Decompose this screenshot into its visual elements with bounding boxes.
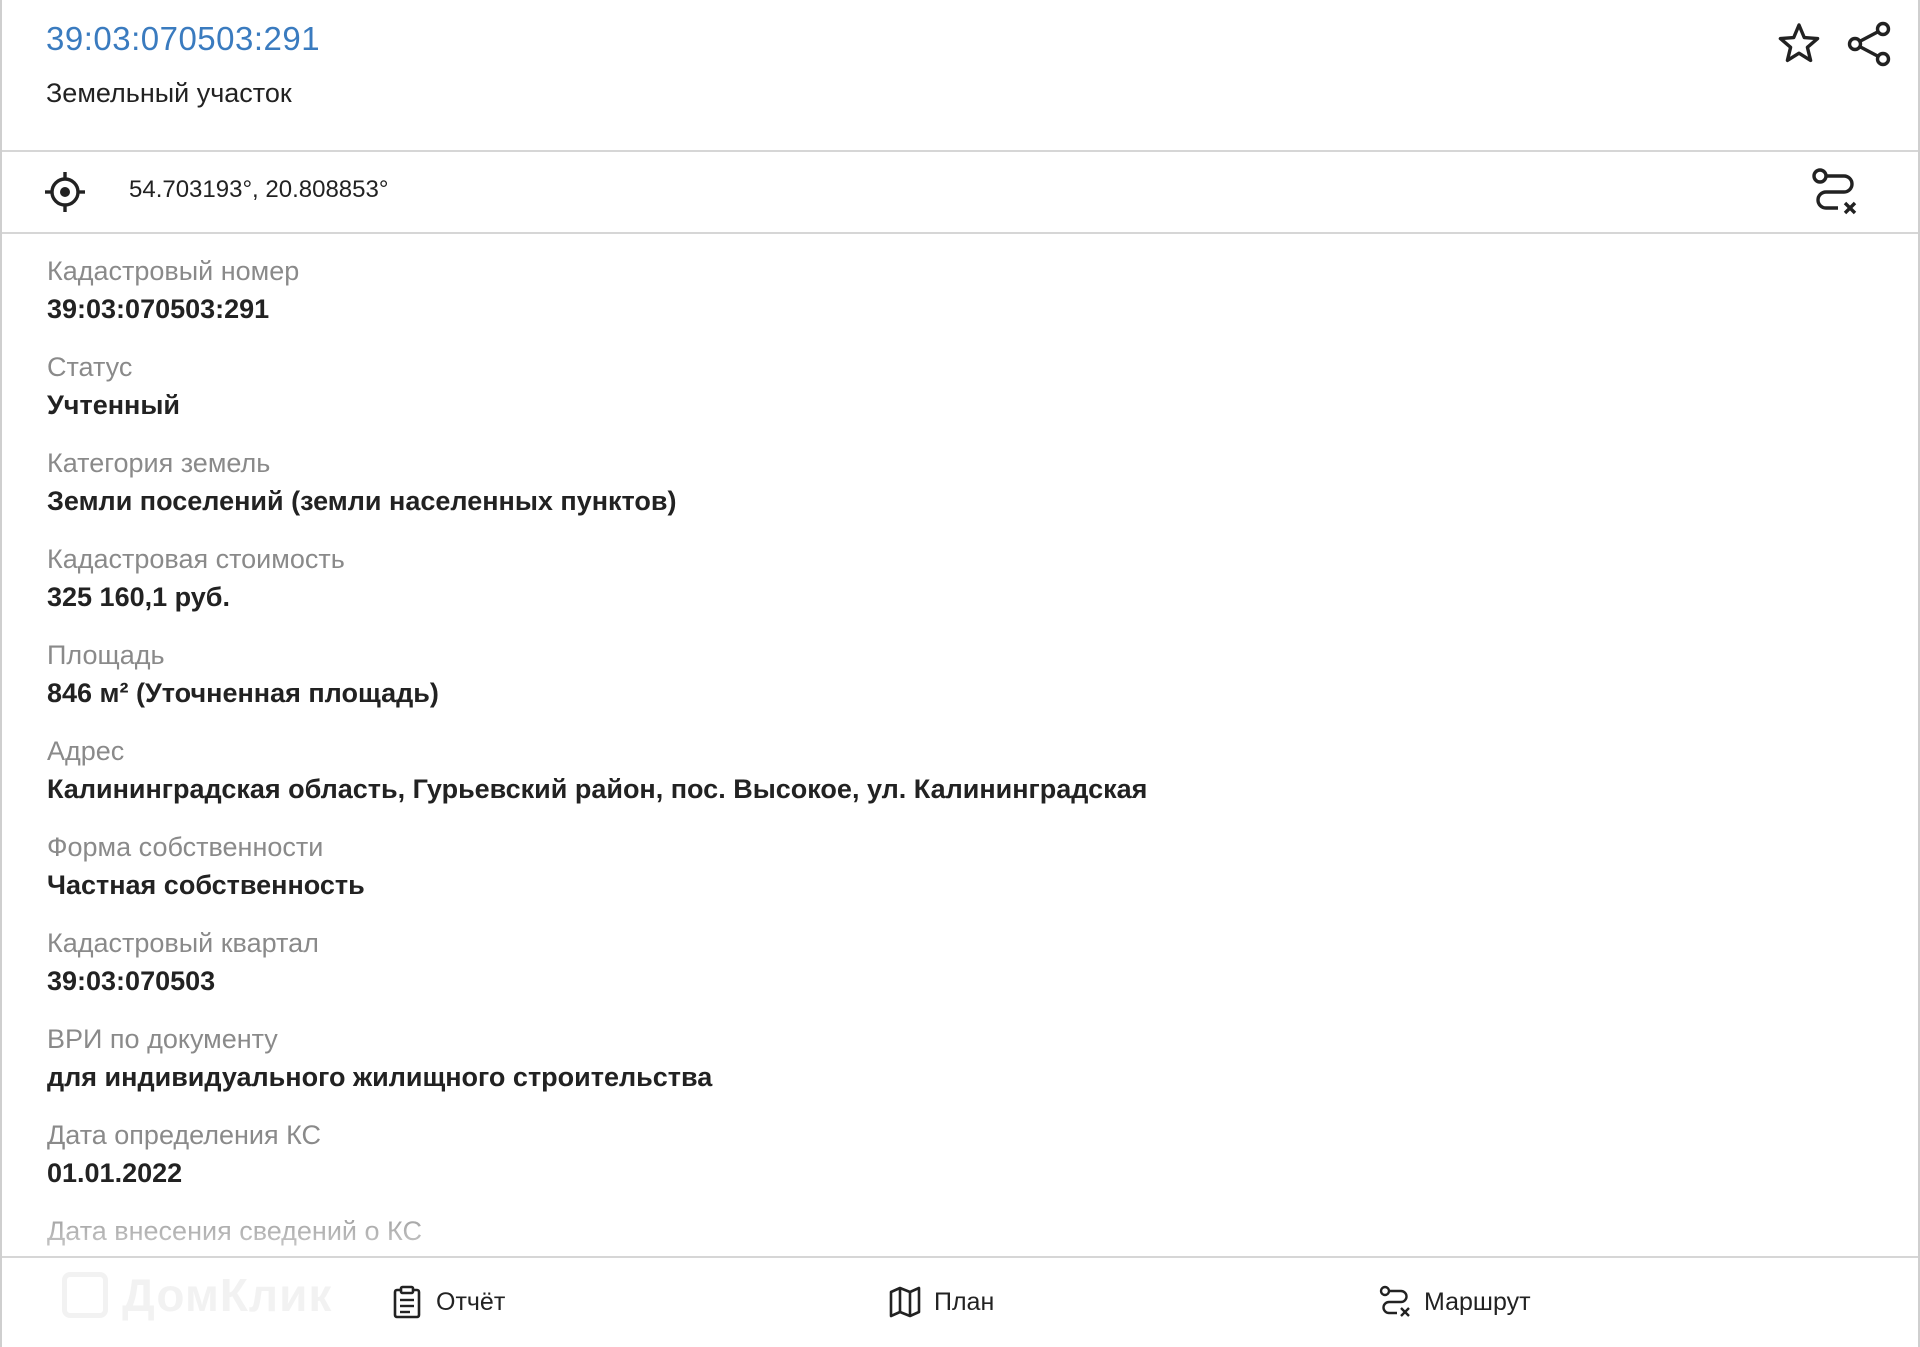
- info-value: для индивидуального жилищного строительс…: [47, 1062, 713, 1092]
- info-label: Кадастровый квартал: [47, 928, 319, 958]
- info-row-area: Площадь 846 м² (Уточненная площадь): [47, 618, 1888, 714]
- plan-button[interactable]: План: [888, 1280, 994, 1324]
- report-label: Отчёт: [436, 1287, 506, 1316]
- info-label: Дата определения КС: [47, 1120, 322, 1150]
- coordinates-bar: 54.703193°, 20.808853°: [2, 152, 1918, 234]
- info-value: 846 м² (Уточненная площадь): [47, 678, 439, 708]
- property-info-list: Кадастровый номер 39:03:070503:291 Стату…: [2, 234, 1918, 1256]
- route-icon: [1379, 1285, 1410, 1317]
- favorite-button[interactable]: [1772, 17, 1826, 71]
- info-value: 39:03:070503: [47, 966, 216, 996]
- share-icon: [1847, 21, 1891, 67]
- coordinates-text[interactable]: 54.703193°, 20.808853°: [129, 176, 388, 204]
- info-value: 01.01.2022: [47, 1158, 183, 1188]
- report-button[interactable]: Отчёт: [390, 1280, 505, 1324]
- map-icon: [889, 1286, 921, 1318]
- info-value: Калининградская область, Гурьевский райо…: [47, 774, 1148, 804]
- watermark-text: ДомКлик: [122, 1269, 333, 1321]
- info-row-cadastral-number: Кадастровый номер 39:03:070503:291: [47, 234, 1888, 330]
- share-button[interactable]: [1842, 17, 1896, 71]
- info-label: Дата внесения сведений о КС: [47, 1216, 422, 1246]
- info-row-cadastral-value: Кадастровая стоимость 325 160,1 руб.: [47, 522, 1888, 618]
- target-icon[interactable]: [44, 171, 86, 213]
- info-row-cadastral-quarter: Кадастровый квартал 39:03:070503: [47, 906, 1888, 1002]
- info-label: Категория земель: [47, 448, 271, 478]
- info-label: Адрес: [47, 736, 125, 766]
- info-label: Форма собственности: [47, 832, 324, 862]
- route-button[interactable]: Маршрут: [1378, 1280, 1531, 1324]
- info-label: Площадь: [47, 640, 165, 670]
- info-label: Статус: [47, 352, 133, 382]
- watermark-logo-icon: [62, 1272, 108, 1318]
- object-card: 39:03:070503:291 Земельный участок 54.70…: [0, 0, 1920, 1347]
- bottom-toolbar: ДомКлик Отчёт План Маршрут: [2, 1256, 1918, 1347]
- info-label: Кадастровый номер: [47, 256, 300, 286]
- info-label: Кадастровая стоимость: [47, 544, 345, 574]
- cadastral-number-title[interactable]: 39:03:070503:291: [46, 20, 320, 58]
- info-value: 39:03:070503:291: [47, 294, 270, 324]
- card-header: 39:03:070503:291 Земельный участок: [2, 0, 1918, 152]
- plan-label: План: [934, 1287, 995, 1316]
- info-row-status: Статус Учтенный: [47, 330, 1888, 426]
- info-row-ownership-form: Форма собственности Частная собственност…: [47, 810, 1888, 906]
- info-row-valuation-entry-date: Дата внесения сведений о КС: [47, 1194, 1888, 1256]
- info-value: 325 160,1 руб.: [47, 582, 230, 612]
- info-value: Частная собственность: [47, 870, 365, 900]
- route-label: Маршрут: [1424, 1287, 1531, 1316]
- clipboard-icon: [393, 1285, 421, 1319]
- info-value: Земли поселений (земли населенных пункто…: [47, 486, 677, 516]
- info-value: Учтенный: [47, 390, 180, 420]
- info-row-permitted-use: ВРИ по документу для индивидуального жил…: [47, 1002, 1888, 1098]
- info-label: ВРИ по документу: [47, 1024, 278, 1054]
- object-type-subtitle: Земельный участок: [46, 78, 292, 108]
- watermark: ДомКлик: [62, 1268, 332, 1322]
- star-icon: [1778, 23, 1820, 63]
- info-row-valuation-date: Дата определения КС 01.01.2022: [47, 1098, 1888, 1194]
- route-icon[interactable]: [1808, 166, 1862, 218]
- info-row-address: Адрес Калининградская область, Гурьевски…: [47, 714, 1888, 810]
- info-row-land-category: Категория земель Земли поселений (земли …: [47, 426, 1888, 522]
